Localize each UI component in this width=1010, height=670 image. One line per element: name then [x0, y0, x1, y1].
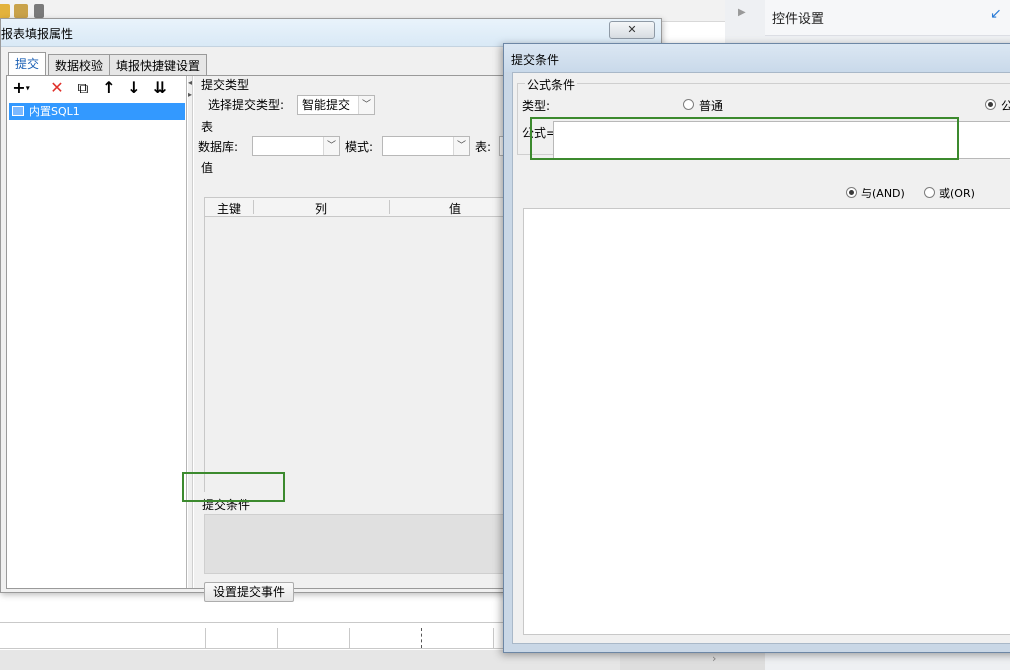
- highlight-formula-input: [530, 117, 959, 160]
- chevron-down-icon: ﹀: [323, 137, 339, 155]
- highlight-submit-condition: [182, 472, 285, 502]
- type-formula-label[interactable]: 公: [1001, 97, 1010, 114]
- collapse-left-icon[interactable]: ◂: [188, 78, 192, 87]
- move-up-icon[interactable]: ↑: [99, 79, 119, 99]
- logic-and-radio[interactable]: [846, 187, 857, 198]
- move-down-icon[interactable]: ↓: [124, 79, 144, 99]
- submit-type-value: 智能提交: [302, 98, 351, 112]
- column-separator: [253, 200, 254, 214]
- dialog2-title: 提交条件: [511, 53, 560, 67]
- submit-type-select[interactable]: 智能提交 ﹀: [297, 95, 375, 115]
- table-label: 表:: [475, 140, 492, 154]
- dialog-title: 报表填报属性: [1, 27, 74, 41]
- scroll-right-icon[interactable]: ›: [712, 652, 716, 665]
- section-table: 表: [201, 120, 214, 134]
- schema-label: 模式:: [345, 140, 374, 154]
- list-toolbar: +▾ ✕ ⧉ ↑ ↓ ⇊: [7, 79, 187, 99]
- database-label: 数据库:: [198, 140, 239, 154]
- logic-or-label[interactable]: 或(OR): [939, 185, 975, 201]
- chevron-down-icon: ﹀: [358, 96, 374, 114]
- panel-dock-icon[interactable]: ↙: [990, 6, 1002, 22]
- type-formula-radio[interactable]: [985, 99, 996, 110]
- toolbar-edit-icon[interactable]: [34, 4, 44, 18]
- formula-condition-legend: 公式条件: [525, 76, 578, 93]
- tree-item-builtin-sql[interactable]: 内置SQL1: [9, 103, 185, 120]
- delete-icon[interactable]: ✕: [47, 79, 67, 99]
- condition-list-area[interactable]: [523, 208, 1010, 635]
- toolbar-paste-icon[interactable]: [14, 4, 28, 18]
- value-grid-body[interactable]: [204, 217, 514, 492]
- sheet-gridline: [349, 628, 350, 648]
- add-icon[interactable]: +▾: [11, 79, 31, 99]
- scrollbar-track-right[interactable]: [620, 650, 765, 670]
- section-value: 值: [201, 161, 214, 175]
- submit-condition-area[interactable]: [204, 514, 514, 574]
- tree-item-label: 内置SQL1: [29, 105, 80, 118]
- tab-data-validation[interactable]: 数据校验: [48, 54, 111, 76]
- sheet-gridline: [421, 628, 422, 648]
- submit-list-pane: +▾ ✕ ⧉ ↑ ↓ ⇊ 内置SQL1: [7, 76, 187, 588]
- logic-and-label[interactable]: 与(AND): [861, 185, 905, 201]
- close-button[interactable]: ✕: [609, 21, 655, 39]
- logic-or-radio[interactable]: [924, 187, 935, 198]
- control-settings-title: 控件设置: [772, 12, 825, 27]
- sheet-gridline: [493, 628, 494, 648]
- column-header-column[interactable]: 列: [315, 200, 327, 217]
- horizontal-scrollbar[interactable]: [0, 650, 620, 670]
- pane-splitter[interactable]: ◂ ▸: [188, 76, 193, 588]
- column-header-value[interactable]: 值: [449, 200, 461, 217]
- copy-icon[interactable]: ⧉: [73, 79, 93, 99]
- chevron-down-icon: ﹀: [453, 137, 469, 155]
- tab-submit[interactable]: 提交: [8, 52, 47, 76]
- type-label: 类型:: [522, 99, 551, 113]
- tab-fill-shortcut-settings[interactable]: 填报快捷键设置: [109, 54, 208, 76]
- section-submit-type: 提交类型: [201, 78, 250, 92]
- panel-expand-icon[interactable]: ▶: [738, 7, 746, 18]
- schema-select[interactable]: ﹀: [382, 136, 470, 156]
- database-select[interactable]: ﹀: [252, 136, 340, 156]
- dialog2-titlebar[interactable]: 提交条件: [504, 44, 1010, 72]
- set-submit-event-button[interactable]: 设置提交事件: [204, 582, 295, 602]
- collapse-right-icon[interactable]: ▸: [188, 90, 192, 99]
- more-actions-icon[interactable]: ⇊: [150, 79, 170, 99]
- type-normal-label[interactable]: 普通: [699, 97, 723, 114]
- type-normal-radio[interactable]: [683, 99, 694, 110]
- value-grid-header: 主键 列 值: [204, 197, 514, 217]
- column-separator: [389, 200, 390, 214]
- submit-type-label: 选择提交类型:: [208, 98, 285, 112]
- sql-dataset-icon: [12, 106, 24, 116]
- sheet-gridline: [205, 628, 206, 648]
- toolbar-app-icon[interactable]: [0, 4, 10, 18]
- column-header-primary-key[interactable]: 主键: [217, 200, 241, 217]
- sheet-gridline: [277, 628, 278, 648]
